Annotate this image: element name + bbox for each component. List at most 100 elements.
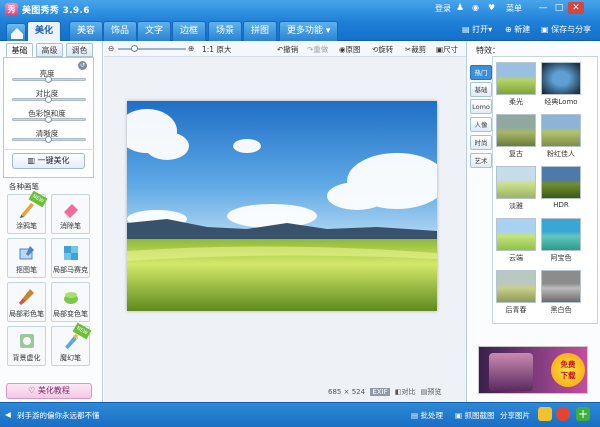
effect-label: 经典Lomo bbox=[544, 98, 578, 106]
effect-tab-art[interactable]: 艺术 bbox=[470, 153, 492, 168]
status-tip[interactable]: 剁手游的偏你永远都不懂 bbox=[17, 410, 100, 421]
magic-icon: ▥ bbox=[27, 156, 35, 165]
tool-cutout-pen[interactable]: 抠图笔 bbox=[7, 238, 46, 278]
effect-tab-portrait[interactable]: 人像 bbox=[470, 117, 492, 132]
tab-text[interactable]: 文字 bbox=[137, 21, 172, 41]
beautify-tutorial-button[interactable]: ♡ 美化教程 bbox=[6, 383, 92, 399]
effect-label: 阿宝色 bbox=[550, 254, 572, 262]
tool-label: 局部马赛克 bbox=[53, 266, 88, 274]
tool-local-recolor-pen[interactable]: 局部变色笔 bbox=[51, 282, 90, 322]
effect-thumb-hdr[interactable] bbox=[541, 166, 581, 199]
skin-icon[interactable]: ♥ bbox=[488, 3, 495, 12]
tab-accessories[interactable]: 饰品 bbox=[103, 21, 138, 41]
save-share-button[interactable]: ▣ 保存与分享 bbox=[541, 23, 591, 37]
batch-process-button[interactable]: ▤ 批处理 bbox=[411, 410, 443, 421]
effect-thumb-classic-lomo[interactable] bbox=[541, 62, 581, 95]
tool-magic-pen[interactable]: NEW 魔幻笔 bbox=[51, 322, 92, 366]
ad-line-2: 下载 bbox=[560, 371, 576, 380]
effect-thumb-retro[interactable] bbox=[496, 114, 536, 147]
effect-tab-lomo[interactable]: Lomo bbox=[470, 99, 492, 114]
weibo-icon[interactable]: ◉ bbox=[472, 3, 479, 12]
effect-tab-fashion[interactable]: 时尚 bbox=[470, 135, 492, 150]
chevron-down-icon: ▾ bbox=[488, 25, 493, 34]
subtab-advanced[interactable]: 高级 bbox=[36, 43, 63, 57]
effect-label: 粉红佳人 bbox=[547, 150, 575, 158]
effect-thumb-pink-beauty[interactable] bbox=[541, 114, 581, 147]
zoom-in-icon[interactable]: ⊕ bbox=[188, 44, 194, 53]
tab-beauty[interactable]: 美容 bbox=[69, 21, 104, 41]
share-image-button[interactable]: 分享图片 bbox=[500, 410, 530, 421]
crop-label: 裁剪 bbox=[411, 45, 427, 54]
subtab-basic[interactable]: 基础 bbox=[6, 43, 33, 57]
effect-thumb-post-youth[interactable] bbox=[496, 270, 536, 303]
weibo-share-icon[interactable] bbox=[556, 407, 570, 421]
effect-label: 黑白色 bbox=[550, 306, 572, 314]
qq-icon[interactable]: ♟ bbox=[456, 3, 464, 13]
open-button[interactable]: ▤ 打开▾ bbox=[462, 23, 492, 37]
star-icon[interactable] bbox=[538, 407, 552, 421]
zoom-slider-knob[interactable] bbox=[131, 45, 138, 52]
rotate-button[interactable]: ⟲旋转 bbox=[372, 44, 393, 55]
undo-button[interactable]: ↶撤销 bbox=[277, 44, 298, 55]
effect-tab-hot[interactable]: 热门 bbox=[470, 65, 492, 80]
resize-button[interactable]: ▣尺寸 bbox=[436, 44, 458, 55]
menu-link[interactable]: 菜单 bbox=[506, 3, 522, 14]
tool-doodle-pen[interactable]: NEW 涂鸦笔 bbox=[7, 190, 48, 234]
redo-button[interactable]: ↷重做 bbox=[307, 44, 328, 55]
home-tab-icon[interactable] bbox=[6, 23, 26, 41]
redo-label: 重做 bbox=[313, 45, 329, 54]
tool-local-mosaic[interactable]: 局部马赛克 bbox=[51, 238, 90, 278]
actual-size-button[interactable]: 1:1 原大 bbox=[202, 44, 231, 55]
slider-saturation-knob[interactable] bbox=[45, 116, 52, 123]
subtab-color[interactable]: 调色 bbox=[66, 43, 93, 57]
zoom-out-icon[interactable]: ⊖ bbox=[108, 44, 114, 53]
screenshot-label: 抓图截图 bbox=[464, 411, 495, 420]
image-width: 685 bbox=[328, 388, 342, 396]
add-icon[interactable]: + bbox=[576, 407, 590, 421]
speaker-icon[interactable]: ◀ bbox=[5, 410, 11, 419]
tool-eraser-pen[interactable]: 消除笔 bbox=[51, 194, 90, 234]
minimize-icon[interactable]: — bbox=[536, 2, 550, 14]
landscape-photo bbox=[127, 101, 437, 311]
effect-tab-basic[interactable]: 基础 bbox=[470, 82, 492, 97]
one-click-beautify-button[interactable]: ▥ 一键美化 bbox=[12, 153, 85, 169]
mosaic-icon bbox=[64, 246, 78, 260]
effect-thumb-cloud[interactable] bbox=[496, 218, 536, 251]
zoom-slider[interactable] bbox=[118, 48, 186, 50]
tab-collage[interactable]: 拼图 bbox=[243, 21, 278, 41]
tab-more-features[interactable]: 更多功能 ▾ bbox=[279, 21, 339, 41]
maximize-icon[interactable]: □ bbox=[552, 2, 566, 14]
tool-background-blur[interactable]: 背景虚化 bbox=[7, 326, 46, 366]
effect-label: 云端 bbox=[509, 254, 523, 262]
slider-contrast-knob[interactable] bbox=[45, 96, 52, 103]
slider-brightness-knob[interactable] bbox=[45, 76, 52, 83]
compare-button[interactable]: ◧对比 bbox=[395, 388, 416, 396]
app-title: 美图秀秀 3.9.6 bbox=[22, 6, 90, 16]
effect-thumb-elegant[interactable] bbox=[496, 166, 536, 199]
effect-thumb-black-white[interactable] bbox=[541, 270, 581, 303]
login-link[interactable]: 登录 bbox=[435, 3, 451, 14]
effect-thumb-soft-light[interactable] bbox=[496, 62, 536, 95]
preview-button[interactable]: ▤预览 bbox=[421, 388, 442, 396]
new-button[interactable]: ⊕ 新建 bbox=[505, 23, 530, 37]
effect-thumb-abao-color[interactable] bbox=[541, 218, 581, 251]
resize-label: 尺寸 bbox=[443, 45, 459, 54]
crop-button[interactable]: ✂裁剪 bbox=[405, 44, 426, 55]
slider-sharpness-knob[interactable] bbox=[45, 136, 52, 143]
tool-local-color-pen[interactable]: 局部彩色笔 bbox=[7, 282, 46, 322]
tool-label: 背景虚化 bbox=[12, 354, 41, 362]
tool-label: 局部变色笔 bbox=[53, 310, 88, 318]
effect-label: 后青春 bbox=[505, 306, 527, 314]
close-icon[interactable]: ✕ bbox=[568, 2, 584, 14]
screenshot-button[interactable]: ▣ 抓图截图 bbox=[455, 410, 494, 421]
exif-button[interactable]: EXIF bbox=[370, 388, 390, 396]
open-label: 打开 bbox=[472, 25, 489, 34]
edited-photo[interactable] bbox=[127, 101, 437, 311]
heart-icon: ♡ bbox=[28, 386, 36, 395]
tab-beautify[interactable]: 美化 bbox=[27, 21, 62, 42]
plus-circle-icon: ⊕ bbox=[505, 25, 512, 34]
original-button[interactable]: ◉原图 bbox=[339, 44, 361, 55]
ad-banner[interactable]: 免费 下载 bbox=[478, 346, 588, 394]
tab-scene[interactable]: 场景 bbox=[208, 21, 243, 41]
tab-frame[interactable]: 边框 bbox=[172, 21, 207, 41]
